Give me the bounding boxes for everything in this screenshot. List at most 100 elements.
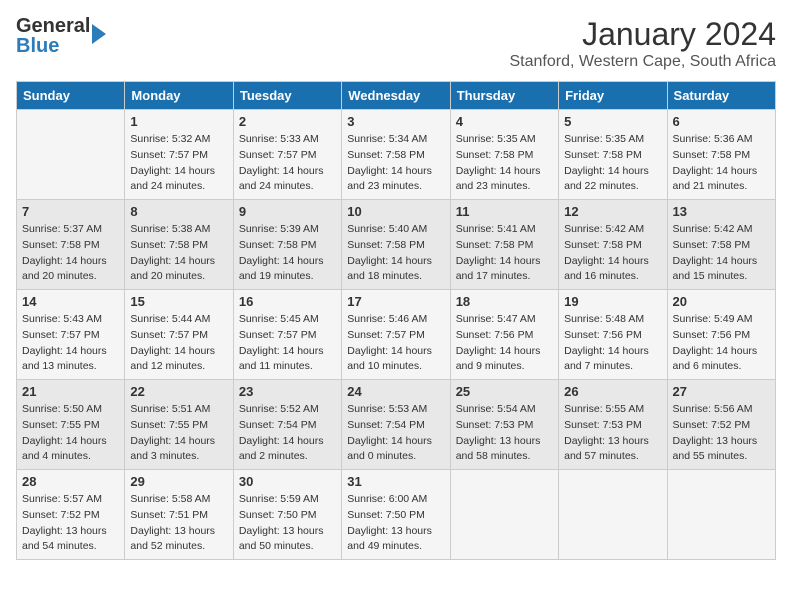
calendar-cell: 16 Sunrise: 5:45 AM Sunset: 7:57 PM Dayli… xyxy=(233,290,341,380)
day-info: Sunrise: 5:39 AM Sunset: 7:58 PM Dayligh… xyxy=(239,222,336,285)
calendar-cell: 31 Sunrise: 6:00 AM Sunset: 7:50 PM Dayli… xyxy=(342,470,450,560)
calendar-cell: 20 Sunrise: 5:49 AM Sunset: 7:56 PM Dayli… xyxy=(667,290,775,380)
calendar-cell: 18 Sunrise: 5:47 AM Sunset: 7:56 PM Dayli… xyxy=(450,290,558,380)
calendar-cell xyxy=(17,110,125,200)
day-number: 14 xyxy=(22,294,119,309)
day-info: Sunrise: 5:34 AM Sunset: 7:58 PM Dayligh… xyxy=(347,132,444,195)
calendar-table: SundayMondayTuesdayWednesdayThursdayFrid… xyxy=(16,81,776,560)
calendar-cell: 5 Sunrise: 5:35 AM Sunset: 7:58 PM Daylig… xyxy=(559,110,667,200)
calendar-header-row: SundayMondayTuesdayWednesdayThursdayFrid… xyxy=(17,82,776,110)
location-title: Stanford, Western Cape, South Africa xyxy=(509,53,776,71)
day-info: Sunrise: 5:32 AM Sunset: 7:57 PM Dayligh… xyxy=(130,132,227,195)
day-number: 31 xyxy=(347,474,444,489)
calendar-cell: 29Sunrise: 5:58 AM Sunset: 7:51 PM Dayli… xyxy=(125,470,233,560)
day-info: Sunrise: 5:43 AM Sunset: 7:57 PM Dayligh… xyxy=(22,312,119,375)
calendar-cell: 15Sunrise: 5:44 AM Sunset: 7:57 PM Dayli… xyxy=(125,290,233,380)
day-number: 11 xyxy=(456,204,553,219)
column-header-tuesday: Tuesday xyxy=(233,82,341,110)
week-row-2: 7Sunrise: 5:37 AM Sunset: 7:58 PM Daylig… xyxy=(17,200,776,290)
day-info: Sunrise: 5:41 AM Sunset: 7:58 PM Dayligh… xyxy=(456,222,553,285)
day-info: Sunrise: 5:57 AM Sunset: 7:52 PM Dayligh… xyxy=(22,492,119,555)
calendar-cell: 12 Sunrise: 5:42 AM Sunset: 7:58 PM Dayli… xyxy=(559,200,667,290)
day-number: 27 xyxy=(673,384,770,399)
calendar-cell: 28 Sunrise: 5:57 AM Sunset: 7:52 PM Dayli… xyxy=(17,470,125,560)
column-header-sunday: Sunday xyxy=(17,82,125,110)
calendar-cell: 21Sunrise: 5:50 AM Sunset: 7:55 PM Dayli… xyxy=(17,380,125,470)
day-info: Sunrise: 5:48 AM Sunset: 7:56 PM Dayligh… xyxy=(564,312,661,375)
day-info: Sunrise: 5:33 AM Sunset: 7:57 PM Dayligh… xyxy=(239,132,336,195)
day-info: Sunrise: 5:40 AM Sunset: 7:58 PM Dayligh… xyxy=(347,222,444,285)
calendar-cell: 4 Sunrise: 5:35 AM Sunset: 7:58 PM Daylig… xyxy=(450,110,558,200)
day-number: 28 xyxy=(22,474,119,489)
calendar-cell: 3 Sunrise: 5:34 AM Sunset: 7:58 PM Daylig… xyxy=(342,110,450,200)
day-number: 6 xyxy=(673,114,770,129)
day-info: Sunrise: 5:55 AM Sunset: 7:53 PM Dayligh… xyxy=(564,402,661,465)
day-number: 13 xyxy=(673,204,770,219)
logo-blue: Blue xyxy=(16,36,90,56)
day-info: Sunrise: 5:36 AM Sunset: 7:58 PM Dayligh… xyxy=(673,132,770,195)
calendar-cell: 7Sunrise: 5:37 AM Sunset: 7:58 PM Daylig… xyxy=(17,200,125,290)
calendar-cell: 22 Sunrise: 5:51 AM Sunset: 7:55 PM Dayli… xyxy=(125,380,233,470)
title-area: January 2024 Stanford, Western Cape, Sou… xyxy=(509,16,776,71)
week-row-3: 14 Sunrise: 5:43 AM Sunset: 7:57 PM Dayli… xyxy=(17,290,776,380)
week-row-4: 21Sunrise: 5:50 AM Sunset: 7:55 PM Dayli… xyxy=(17,380,776,470)
day-number: 2 xyxy=(239,114,336,129)
day-info: Sunrise: 5:35 AM Sunset: 7:58 PM Dayligh… xyxy=(456,132,553,195)
day-number: 17 xyxy=(347,294,444,309)
day-number: 23 xyxy=(239,384,336,399)
calendar-cell: 8 Sunrise: 5:38 AM Sunset: 7:58 PM Daylig… xyxy=(125,200,233,290)
column-header-monday: Monday xyxy=(125,82,233,110)
calendar-cell xyxy=(559,470,667,560)
calendar-cell: 26Sunrise: 5:55 AM Sunset: 7:53 PM Dayli… xyxy=(559,380,667,470)
day-number: 20 xyxy=(673,294,770,309)
column-header-thursday: Thursday xyxy=(450,82,558,110)
calendar-cell: 6 Sunrise: 5:36 AM Sunset: 7:58 PM Daylig… xyxy=(667,110,775,200)
column-header-friday: Friday xyxy=(559,82,667,110)
calendar-cell: 17 Sunrise: 5:46 AM Sunset: 7:57 PM Dayli… xyxy=(342,290,450,380)
day-info: Sunrise: 5:49 AM Sunset: 7:56 PM Dayligh… xyxy=(673,312,770,375)
header: General Blue January 2024 Stanford, West… xyxy=(16,16,776,71)
day-info: Sunrise: 5:59 AM Sunset: 7:50 PM Dayligh… xyxy=(239,492,336,555)
month-title: January 2024 xyxy=(509,16,776,53)
day-info: Sunrise: 5:52 AM Sunset: 7:54 PM Dayligh… xyxy=(239,402,336,465)
day-number: 1 xyxy=(130,114,227,129)
calendar-cell: 13Sunrise: 5:42 AM Sunset: 7:58 PM Dayli… xyxy=(667,200,775,290)
day-number: 22 xyxy=(130,384,227,399)
calendar-cell: 1 Sunrise: 5:32 AM Sunset: 7:57 PM Daylig… xyxy=(125,110,233,200)
day-info: Sunrise: 5:51 AM Sunset: 7:55 PM Dayligh… xyxy=(130,402,227,465)
column-header-wednesday: Wednesday xyxy=(342,82,450,110)
calendar-cell: 2 Sunrise: 5:33 AM Sunset: 7:57 PM Daylig… xyxy=(233,110,341,200)
day-number: 16 xyxy=(239,294,336,309)
day-number: 8 xyxy=(130,204,227,219)
day-info: Sunrise: 5:54 AM Sunset: 7:53 PM Dayligh… xyxy=(456,402,553,465)
day-number: 12 xyxy=(564,204,661,219)
week-row-1: 1 Sunrise: 5:32 AM Sunset: 7:57 PM Daylig… xyxy=(17,110,776,200)
calendar-cell: 14 Sunrise: 5:43 AM Sunset: 7:57 PM Dayli… xyxy=(17,290,125,380)
day-info: Sunrise: 5:42 AM Sunset: 7:58 PM Dayligh… xyxy=(564,222,661,285)
day-info: Sunrise: 5:44 AM Sunset: 7:57 PM Dayligh… xyxy=(130,312,227,375)
day-number: 18 xyxy=(456,294,553,309)
calendar-cell: 25 Sunrise: 5:54 AM Sunset: 7:53 PM Dayli… xyxy=(450,380,558,470)
day-number: 21 xyxy=(22,384,119,399)
day-info: Sunrise: 6:00 AM Sunset: 7:50 PM Dayligh… xyxy=(347,492,444,555)
calendar-cell: 9Sunrise: 5:39 AM Sunset: 7:58 PM Daylig… xyxy=(233,200,341,290)
day-number: 4 xyxy=(456,114,553,129)
day-info: Sunrise: 5:58 AM Sunset: 7:51 PM Dayligh… xyxy=(130,492,227,555)
day-info: Sunrise: 5:56 AM Sunset: 7:52 PM Dayligh… xyxy=(673,402,770,465)
calendar-cell xyxy=(450,470,558,560)
day-info: Sunrise: 5:35 AM Sunset: 7:58 PM Dayligh… xyxy=(564,132,661,195)
day-number: 25 xyxy=(456,384,553,399)
day-info: Sunrise: 5:45 AM Sunset: 7:57 PM Dayligh… xyxy=(239,312,336,375)
day-info: Sunrise: 5:38 AM Sunset: 7:58 PM Dayligh… xyxy=(130,222,227,285)
day-number: 30 xyxy=(239,474,336,489)
calendar-cell: 19Sunrise: 5:48 AM Sunset: 7:56 PM Dayli… xyxy=(559,290,667,380)
day-info: Sunrise: 5:37 AM Sunset: 7:58 PM Dayligh… xyxy=(22,222,119,285)
day-info: Sunrise: 5:46 AM Sunset: 7:57 PM Dayligh… xyxy=(347,312,444,375)
logo-arrow-icon xyxy=(92,24,106,44)
day-info: Sunrise: 5:47 AM Sunset: 7:56 PM Dayligh… xyxy=(456,312,553,375)
day-number: 5 xyxy=(564,114,661,129)
logo-general: General xyxy=(16,16,90,36)
day-number: 3 xyxy=(347,114,444,129)
calendar-cell: 27 Sunrise: 5:56 AM Sunset: 7:52 PM Dayli… xyxy=(667,380,775,470)
day-number: 24 xyxy=(347,384,444,399)
